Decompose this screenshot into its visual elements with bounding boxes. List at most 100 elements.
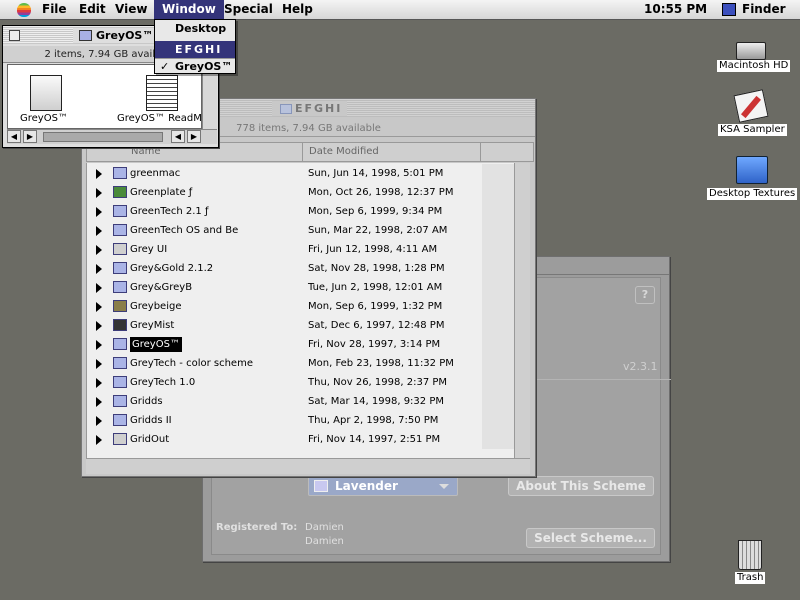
disclosure-triangle-icon[interactable] (96, 226, 102, 236)
disclosure-triangle-icon[interactable] (96, 283, 102, 293)
table-row[interactable]: GridOut Fri, Nov 14, 1997, 2:51 PM (87, 430, 514, 449)
beige-folder-icon (113, 300, 127, 312)
application-menu[interactable]: Finder (716, 0, 800, 19)
table-row[interactable]: Gridds Sat, Mar 14, 1998, 9:32 PM (87, 392, 514, 411)
file-label[interactable]: GreyOS™ ReadMe (117, 113, 208, 124)
about-scheme-button[interactable]: About This Scheme (508, 476, 654, 496)
disclosure-triangle-icon[interactable] (96, 264, 102, 274)
disclosure-triangle-icon[interactable] (96, 397, 102, 407)
desktop-icon-label[interactable]: KSA Sampler (718, 124, 787, 136)
row-name[interactable]: Grey UI (130, 240, 167, 259)
menu-help[interactable]: Help (274, 0, 321, 19)
disclosure-triangle-icon[interactable] (96, 188, 102, 198)
close-box-icon[interactable] (9, 30, 20, 41)
disclosure-triangle-icon[interactable] (96, 169, 102, 179)
row-name[interactable]: Greybeige (130, 297, 182, 316)
window-menu-item-desktop[interactable]: Desktop (155, 20, 235, 37)
disclosure-triangle-icon[interactable] (96, 321, 102, 331)
file-list: greenmac Sun, Jun 14, 1998, 5:01 PM Greenp… (86, 163, 514, 458)
file-label[interactable]: GreyOS™ (20, 113, 68, 124)
disclosure-triangle-icon[interactable] (96, 359, 102, 369)
app-folder-icon (113, 186, 127, 198)
registered-org: Damien (305, 536, 344, 547)
window-menu-item-greyos[interactable]: ✓ GreyOS™ (155, 58, 235, 75)
column-header-date-modified[interactable]: Date Modified (303, 143, 481, 161)
table-row[interactable]: Greenplate ƒ Mon, Oct 26, 1998, 12:37 PM (87, 183, 514, 202)
table-row[interactable]: Gridds II Thu, Apr 2, 1998, 7:50 PM (87, 411, 514, 430)
select-scheme-button[interactable]: Select Scheme... (526, 528, 655, 548)
row-date-modified: Sat, Mar 14, 1998, 9:32 PM (308, 396, 444, 407)
extension-document-icon[interactable] (30, 75, 62, 111)
table-row[interactable]: Grey&Gold 2.1.2 Sat, Nov 28, 1998, 1:28 P… (87, 259, 514, 278)
row-name[interactable]: GreenTech 2.1 ƒ (130, 202, 208, 221)
row-name[interactable]: greenmac (130, 164, 180, 183)
row-date-modified: Fri, Nov 14, 1997, 2:51 PM (308, 434, 441, 445)
row-name[interactable]: GreenTech OS and Be (130, 221, 238, 240)
desktop-icon-label[interactable]: Desktop Textures (707, 188, 798, 200)
row-name[interactable]: Grey&Gold 2.1.2 (130, 259, 213, 278)
hard-disk-icon[interactable] (736, 42, 766, 60)
folder-icon[interactable] (736, 156, 768, 184)
table-row[interactable]: GreyTech 1.0 Thu, Nov 26, 1998, 2:37 PM (87, 373, 514, 392)
table-row[interactable]: GreenTech OS and Be Sun, Mar 22, 1998, 2:… (87, 221, 514, 240)
scroll-thumb[interactable] (43, 132, 163, 142)
desktop-icon-label[interactable]: Macintosh HD (717, 60, 791, 72)
horizontal-scrollbar[interactable]: ◀ ▶ ◀ ▶ (7, 129, 217, 144)
row-name[interactable]: Gridds (130, 392, 163, 411)
disclosure-triangle-icon[interactable] (96, 245, 102, 255)
row-name[interactable]: GreyOS™ (130, 337, 182, 352)
row-name[interactable]: Grey&GreyB (130, 278, 192, 297)
table-row[interactable]: GreyMist Sat, Dec 6, 1997, 12:48 PM (87, 316, 514, 335)
table-row[interactable]: Grey&GreyB Tue, Jun 2, 1998, 12:01 AM (87, 278, 514, 297)
menu-file[interactable]: File (34, 0, 75, 19)
row-date-modified: Sat, Nov 28, 1998, 1:28 PM (308, 263, 445, 274)
row-spacer (482, 164, 514, 183)
disclosure-triangle-icon[interactable] (96, 435, 102, 445)
menu-special[interactable]: Special (216, 0, 281, 19)
row-name[interactable]: Greenplate ƒ (130, 183, 192, 202)
disclosure-triangle-icon[interactable] (96, 340, 102, 350)
folder-icon (113, 262, 127, 274)
finder-icon (722, 3, 736, 16)
window-menu-item-efghi[interactable]: EFGHI (155, 41, 235, 58)
table-row[interactable]: GreyTech - color scheme Mon, Feb 23, 1998… (87, 354, 514, 373)
horizontal-scrollbar[interactable] (86, 458, 530, 474)
menu-view[interactable]: View (107, 0, 155, 19)
dark-folder-icon (113, 319, 127, 331)
menu-window[interactable]: Window (154, 0, 224, 19)
table-row[interactable]: greenmac Sun, Jun 14, 1998, 5:01 PM (87, 164, 514, 183)
help-button[interactable]: ? (635, 286, 655, 304)
application-name: Finder (742, 2, 786, 16)
scheme-popup-menu[interactable]: Lavender (308, 476, 458, 496)
apple-menu[interactable] (6, 0, 34, 19)
scroll-left-arrow-icon[interactable]: ◀ (171, 130, 185, 143)
row-name[interactable]: GreyTech - color scheme (130, 354, 253, 373)
row-spacer (482, 316, 514, 335)
disclosure-triangle-icon[interactable] (96, 302, 102, 312)
disclosure-triangle-icon[interactable] (96, 207, 102, 217)
readme-document-icon[interactable] (146, 75, 178, 111)
table-row[interactable]: GreyOS™ Fri, Nov 28, 1997, 3:14 PM (87, 335, 514, 354)
folder-icon (113, 357, 127, 369)
row-name[interactable]: GreyTech 1.0 (130, 373, 195, 392)
table-row[interactable]: Grey UI Fri, Jun 12, 1998, 4:11 AM (87, 240, 514, 259)
row-spacer (482, 202, 514, 221)
row-name[interactable]: Gridds II (130, 411, 172, 430)
folder-icon (113, 205, 127, 217)
scroll-right-arrow-icon[interactable]: ▶ (187, 130, 201, 143)
disclosure-triangle-icon[interactable] (96, 416, 102, 426)
disclosure-triangle-icon[interactable] (96, 378, 102, 388)
row-spacer (482, 373, 514, 392)
folder-icon (113, 395, 127, 407)
trash-icon[interactable] (738, 540, 762, 570)
apple-logo-icon (17, 3, 31, 17)
scroll-left-arrow-icon[interactable]: ◀ (7, 130, 21, 143)
table-row[interactable]: Greybeige Mon, Sep 6, 1999, 1:32 PM (87, 297, 514, 316)
desktop-icon-label[interactable]: Trash (735, 572, 766, 584)
table-row[interactable]: GreenTech 2.1 ƒ Mon, Sep 6, 1999, 9:34 PM (87, 202, 514, 221)
row-name[interactable]: GreyMist (130, 316, 174, 335)
row-name[interactable]: GridOut (130, 430, 169, 449)
menu-clock[interactable]: 10:55 PM (644, 0, 707, 19)
vertical-scrollbar[interactable] (514, 163, 530, 458)
scroll-right-arrow-icon[interactable]: ▶ (23, 130, 37, 143)
